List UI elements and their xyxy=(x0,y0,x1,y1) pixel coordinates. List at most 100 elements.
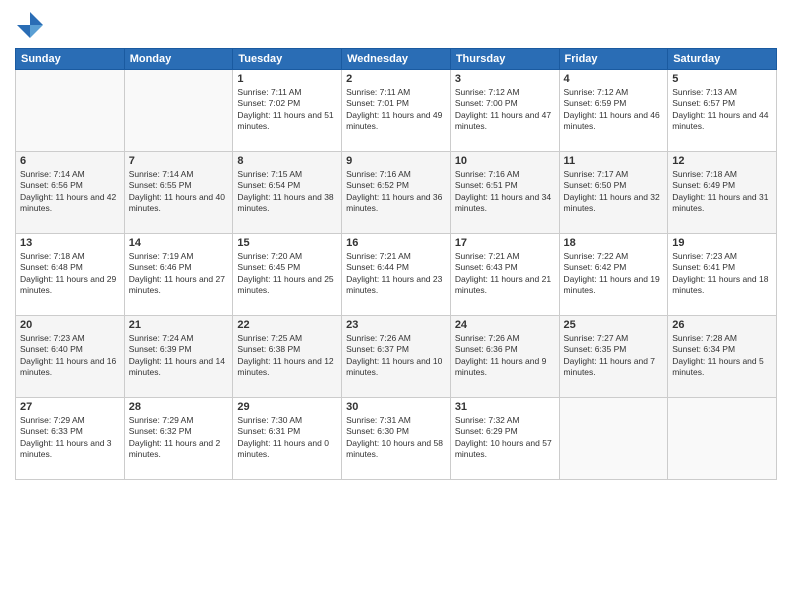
day-info: Sunrise: 7:11 AMSunset: 7:02 PMDaylight:… xyxy=(237,87,337,133)
calendar-cell: 2 Sunrise: 7:11 AMSunset: 7:01 PMDaylight… xyxy=(342,70,451,152)
day-info: Sunrise: 7:18 AMSunset: 6:48 PMDaylight:… xyxy=(20,251,120,297)
day-info: Sunrise: 7:20 AMSunset: 6:45 PMDaylight:… xyxy=(237,251,337,297)
day-number: 8 xyxy=(237,155,337,167)
day-number: 25 xyxy=(564,319,664,331)
calendar-cell: 4 Sunrise: 7:12 AMSunset: 6:59 PMDaylight… xyxy=(559,70,668,152)
calendar-cell: 11Sunrise: 7:17 AMSunset: 6:50 PMDayligh… xyxy=(559,152,668,234)
page: SundayMondayTuesdayWednesdayThursdayFrid… xyxy=(0,0,792,612)
calendar-cell: 26 Sunrise: 7:28 AMSunset: 6:34 PMDayligh… xyxy=(668,316,777,398)
day-number: 9 xyxy=(346,155,446,167)
day-number: 5 xyxy=(672,73,772,85)
day-number: 13 xyxy=(20,237,120,249)
calendar-cell: 9 Sunrise: 7:16 AMSunset: 6:52 PMDaylight… xyxy=(342,152,451,234)
weekday-header: Friday xyxy=(559,49,668,70)
calendar-cell: 19 Sunrise: 7:23 AMSunset: 6:41 PMDayligh… xyxy=(668,234,777,316)
day-number: 2 xyxy=(346,73,446,85)
logo-icon xyxy=(15,10,45,40)
calendar-cell: 1 Sunrise: 7:11 AMSunset: 7:02 PMDaylight… xyxy=(233,70,342,152)
calendar-cell xyxy=(16,70,125,152)
day-number: 7 xyxy=(129,155,229,167)
day-info: Sunrise: 7:26 AMSunset: 6:37 PMDaylight:… xyxy=(346,333,446,379)
day-info: Sunrise: 7:17 AMSunset: 6:50 PMDaylight:… xyxy=(564,169,664,215)
calendar-cell: 16 Sunrise: 7:21 AMSunset: 6:44 PMDayligh… xyxy=(342,234,451,316)
header xyxy=(15,10,777,40)
day-info: Sunrise: 7:21 AMSunset: 6:44 PMDaylight:… xyxy=(346,251,446,297)
calendar-header-row: SundayMondayTuesdayWednesdayThursdayFrid… xyxy=(16,49,777,70)
calendar-cell xyxy=(124,70,233,152)
weekday-header: Wednesday xyxy=(342,49,451,70)
day-number: 3 xyxy=(455,73,555,85)
day-info: Sunrise: 7:32 AMSunset: 6:29 PMDaylight:… xyxy=(455,415,555,461)
day-number: 21 xyxy=(129,319,229,331)
calendar-table: SundayMondayTuesdayWednesdayThursdayFrid… xyxy=(15,48,777,480)
day-number: 29 xyxy=(237,401,337,413)
calendar-week-row: 1 Sunrise: 7:11 AMSunset: 7:02 PMDaylight… xyxy=(16,70,777,152)
day-number: 18 xyxy=(564,237,664,249)
day-info: Sunrise: 7:13 AMSunset: 6:57 PMDaylight:… xyxy=(672,87,772,133)
calendar-cell xyxy=(559,398,668,480)
calendar-cell: 12 Sunrise: 7:18 AMSunset: 6:49 PMDayligh… xyxy=(668,152,777,234)
calendar-cell: 31 Sunrise: 7:32 AMSunset: 6:29 PMDayligh… xyxy=(450,398,559,480)
calendar-cell: 7 Sunrise: 7:14 AMSunset: 6:55 PMDaylight… xyxy=(124,152,233,234)
day-info: Sunrise: 7:14 AMSunset: 6:56 PMDaylight:… xyxy=(20,169,120,215)
day-number: 27 xyxy=(20,401,120,413)
day-info: Sunrise: 7:23 AMSunset: 6:40 PMDaylight:… xyxy=(20,333,120,379)
day-info: Sunrise: 7:28 AMSunset: 6:34 PMDaylight:… xyxy=(672,333,772,379)
day-number: 12 xyxy=(672,155,772,167)
day-info: Sunrise: 7:30 AMSunset: 6:31 PMDaylight:… xyxy=(237,415,337,461)
day-number: 20 xyxy=(20,319,120,331)
day-info: Sunrise: 7:16 AMSunset: 6:51 PMDaylight:… xyxy=(455,169,555,215)
calendar-cell: 25Sunrise: 7:27 AMSunset: 6:35 PMDayligh… xyxy=(559,316,668,398)
calendar-week-row: 6 Sunrise: 7:14 AMSunset: 6:56 PMDaylight… xyxy=(16,152,777,234)
day-number: 22 xyxy=(237,319,337,331)
calendar-cell: 27 Sunrise: 7:29 AMSunset: 6:33 PMDayligh… xyxy=(16,398,125,480)
day-info: Sunrise: 7:23 AMSunset: 6:41 PMDaylight:… xyxy=(672,251,772,297)
day-info: Sunrise: 7:18 AMSunset: 6:49 PMDaylight:… xyxy=(672,169,772,215)
day-info: Sunrise: 7:15 AMSunset: 6:54 PMDaylight:… xyxy=(237,169,337,215)
calendar-cell: 10 Sunrise: 7:16 AMSunset: 6:51 PMDayligh… xyxy=(450,152,559,234)
day-number: 1 xyxy=(237,73,337,85)
calendar-cell: 17Sunrise: 7:21 AMSunset: 6:43 PMDayligh… xyxy=(450,234,559,316)
day-number: 16 xyxy=(346,237,446,249)
weekday-header: Monday xyxy=(124,49,233,70)
weekday-header: Thursday xyxy=(450,49,559,70)
day-info: Sunrise: 7:12 AMSunset: 6:59 PMDaylight:… xyxy=(564,87,664,133)
day-number: 4 xyxy=(564,73,664,85)
weekday-header: Sunday xyxy=(16,49,125,70)
weekday-header: Tuesday xyxy=(233,49,342,70)
calendar-cell: 28 Sunrise: 7:29 AMSunset: 6:32 PMDayligh… xyxy=(124,398,233,480)
calendar-week-row: 13 Sunrise: 7:18 AMSunset: 6:48 PMDayligh… xyxy=(16,234,777,316)
day-info: Sunrise: 7:26 AMSunset: 6:36 PMDaylight:… xyxy=(455,333,555,379)
day-info: Sunrise: 7:22 AMSunset: 6:42 PMDaylight:… xyxy=(564,251,664,297)
calendar-cell: 3 Sunrise: 7:12 AMSunset: 7:00 PMDaylight… xyxy=(450,70,559,152)
day-number: 28 xyxy=(129,401,229,413)
calendar-cell: 23 Sunrise: 7:26 AMSunset: 6:37 PMDayligh… xyxy=(342,316,451,398)
day-number: 10 xyxy=(455,155,555,167)
calendar-cell: 13 Sunrise: 7:18 AMSunset: 6:48 PMDayligh… xyxy=(16,234,125,316)
day-info: Sunrise: 7:29 AMSunset: 6:32 PMDaylight:… xyxy=(129,415,229,461)
day-number: 6 xyxy=(20,155,120,167)
day-number: 19 xyxy=(672,237,772,249)
calendar-cell: 21 Sunrise: 7:24 AMSunset: 6:39 PMDayligh… xyxy=(124,316,233,398)
day-number: 31 xyxy=(455,401,555,413)
day-info: Sunrise: 7:16 AMSunset: 6:52 PMDaylight:… xyxy=(346,169,446,215)
calendar-cell: 6 Sunrise: 7:14 AMSunset: 6:56 PMDaylight… xyxy=(16,152,125,234)
calendar-cell: 8 Sunrise: 7:15 AMSunset: 6:54 PMDaylight… xyxy=(233,152,342,234)
day-info: Sunrise: 7:12 AMSunset: 7:00 PMDaylight:… xyxy=(455,87,555,133)
calendar-cell: 30Sunrise: 7:31 AMSunset: 6:30 PMDayligh… xyxy=(342,398,451,480)
day-number: 26 xyxy=(672,319,772,331)
day-info: Sunrise: 7:24 AMSunset: 6:39 PMDaylight:… xyxy=(129,333,229,379)
calendar-cell: 18 Sunrise: 7:22 AMSunset: 6:42 PMDayligh… xyxy=(559,234,668,316)
calendar-cell xyxy=(668,398,777,480)
calendar-cell: 14Sunrise: 7:19 AMSunset: 6:46 PMDayligh… xyxy=(124,234,233,316)
day-info: Sunrise: 7:25 AMSunset: 6:38 PMDaylight:… xyxy=(237,333,337,379)
day-info: Sunrise: 7:29 AMSunset: 6:33 PMDaylight:… xyxy=(20,415,120,461)
calendar-cell: 29 Sunrise: 7:30 AMSunset: 6:31 PMDayligh… xyxy=(233,398,342,480)
day-number: 15 xyxy=(237,237,337,249)
day-number: 23 xyxy=(346,319,446,331)
day-info: Sunrise: 7:19 AMSunset: 6:46 PMDaylight:… xyxy=(129,251,229,297)
calendar-cell: 5 Sunrise: 7:13 AMSunset: 6:57 PMDaylight… xyxy=(668,70,777,152)
day-info: Sunrise: 7:14 AMSunset: 6:55 PMDaylight:… xyxy=(129,169,229,215)
day-info: Sunrise: 7:11 AMSunset: 7:01 PMDaylight:… xyxy=(346,87,446,133)
calendar-cell: 24Sunrise: 7:26 AMSunset: 6:36 PMDayligh… xyxy=(450,316,559,398)
